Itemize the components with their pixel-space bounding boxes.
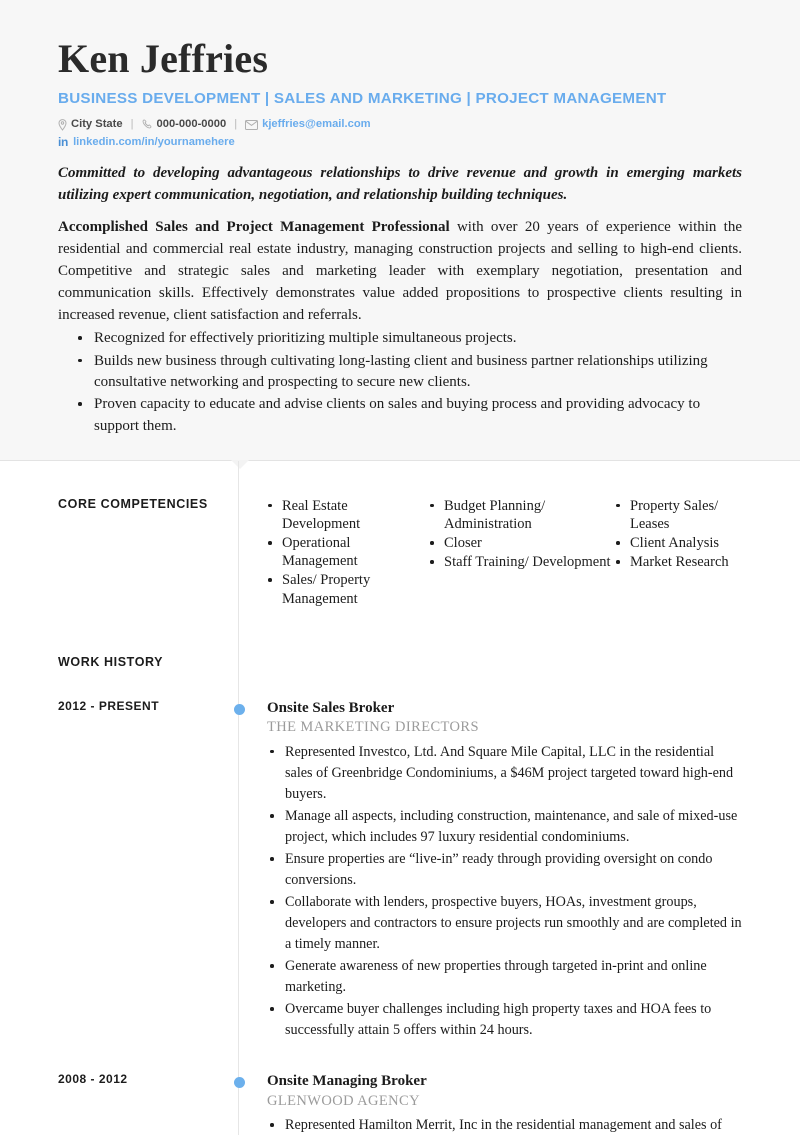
list-item: Staff Training/ Development [429,553,615,571]
list-item: Property Sales/ Leases [615,497,742,533]
contact-phone-text: 000-000-0000 [156,118,227,130]
competencies-column-3: Property Sales/ Leases Client Analysis M… [615,497,742,609]
resume-page: Ken Jeffries BUSINESS DEVELOPMENT | SALE… [0,0,800,1135]
contact-location: City State [58,116,123,133]
job-body: Onsite Sales Broker THE MARKETING DIRECT… [234,699,742,1043]
contact-email[interactable]: kjeffries@email.com [245,116,371,133]
summary-paragraph: Accomplished Sales and Project Managemen… [58,217,742,326]
competencies-list: Real Estate Development Operational Mana… [267,497,429,608]
section-work-history: WORK HISTORY [58,609,742,669]
list-item: Real Estate Development [267,497,429,533]
list-item: Represented Investco, Ltd. And Square Mi… [267,742,742,805]
list-item: Overcame buyer challenges including high… [267,999,742,1041]
job-bullet-list: Represented Hamilton Merrit, Inc in the … [267,1115,742,1135]
job-bullet-list: Represented Investco, Ltd. And Square Mi… [267,742,742,1041]
contact-linkedin-text[interactable]: linkedin.com/in/yournamehere [73,136,235,148]
contact-separator-1: | [130,118,134,130]
professional-headline: BUSINESS DEVELOPMENT | SALES AND MARKETI… [58,90,667,107]
job-date-col: 2008 - 2012 [58,1072,240,1086]
map-pin-icon [58,118,67,131]
contact-row-linkedin[interactable]: in linkedin.com/in/yournamehere [58,135,742,149]
job-title: Onsite Managing Broker [267,1073,427,1090]
job-dates: 2012 - PRESENT [58,698,160,713]
core-competencies-label-col: CORE COMPETENCIES [58,497,240,511]
list-item: Manage all aspects, including constructi… [267,806,742,848]
list-item: Proven capacity to educate and advise cl… [78,394,742,437]
summary-lead-bold: Accomplished Sales and Project Managemen… [58,218,450,235]
phone-icon [142,119,153,130]
list-item: Collaborate with lenders, prospective bu… [267,892,742,955]
core-competencies-heading: CORE COMPETENCIES [58,496,208,511]
summary-bullet-list: Recognized for effectively prioritizing … [58,328,742,436]
job-title: Onsite Sales Broker [267,699,395,716]
list-item: Market Research [615,553,742,571]
competencies-list: Budget Planning/ Administration Closer S… [429,497,615,572]
list-item: Ensure properties are “live-in” ready th… [267,849,742,891]
list-item: Sales/ Property Management [267,571,429,607]
tagline: Committed to developing advantageous rel… [58,165,742,203]
competencies-grid: Real Estate Development Operational Mana… [267,497,742,609]
core-competencies-content: Real Estate Development Operational Mana… [240,497,742,609]
job-dates: 2008 - 2012 [58,1072,128,1087]
list-item: Recognized for effectively prioritizing … [78,328,742,349]
linkedin-icon: in [58,135,69,150]
resume-header: Ken Jeffries BUSINESS DEVELOPMENT | SALE… [0,0,800,469]
timeline-dot-icon [234,703,245,715]
list-item: Represented Hamilton Merrit, Inc in the … [267,1115,742,1135]
list-item: Operational Management [267,534,429,570]
list-item: Closer [429,534,615,552]
competencies-column-1: Real Estate Development Operational Mana… [267,497,429,609]
competencies-list: Property Sales/ Leases Client Analysis M… [615,497,742,572]
contact-separator-2: | [234,118,238,130]
work-history-heading: WORK HISTORY [58,654,164,669]
contact-location-text: City State [71,118,123,130]
job-body: Onsite Managing Broker GLENWOOD AGENCY R… [234,1072,742,1135]
envelope-icon [245,119,259,130]
list-item: Generate awareness of new properties thr… [267,956,742,998]
job-company: THE MARKETING DIRECTORS [267,719,479,736]
section-core-competencies: CORE COMPETENCIES Real Estate Developmen… [58,461,742,609]
list-item: Budget Planning/ Administration [429,497,615,533]
job-date-col: 2012 - PRESENT [58,699,240,713]
candidate-name: Ken Jeffries [58,36,269,81]
contact-row-primary: City State | 000-000-0000 | kjeffries@em… [58,116,742,133]
work-history-label-col: WORK HISTORY [58,655,240,669]
list-item: Client Analysis [615,534,742,552]
contact-phone: 000-000-0000 [142,116,227,133]
list-item: Builds new business through cultivating … [78,351,742,394]
job-entry: 2008 - 2012 Onsite Managing Broker GLENW… [58,1042,742,1135]
job-company: GLENWOOD AGENCY [267,1092,420,1109]
resume-body: CORE COMPETENCIES Real Estate Developmen… [0,460,800,1135]
job-entry: 2012 - PRESENT Onsite Sales Broker THE M… [58,669,742,1043]
timeline-dot-icon [234,1077,245,1089]
contact-email-text[interactable]: kjeffries@email.com [262,116,371,133]
competencies-column-2: Budget Planning/ Administration Closer S… [429,497,615,609]
